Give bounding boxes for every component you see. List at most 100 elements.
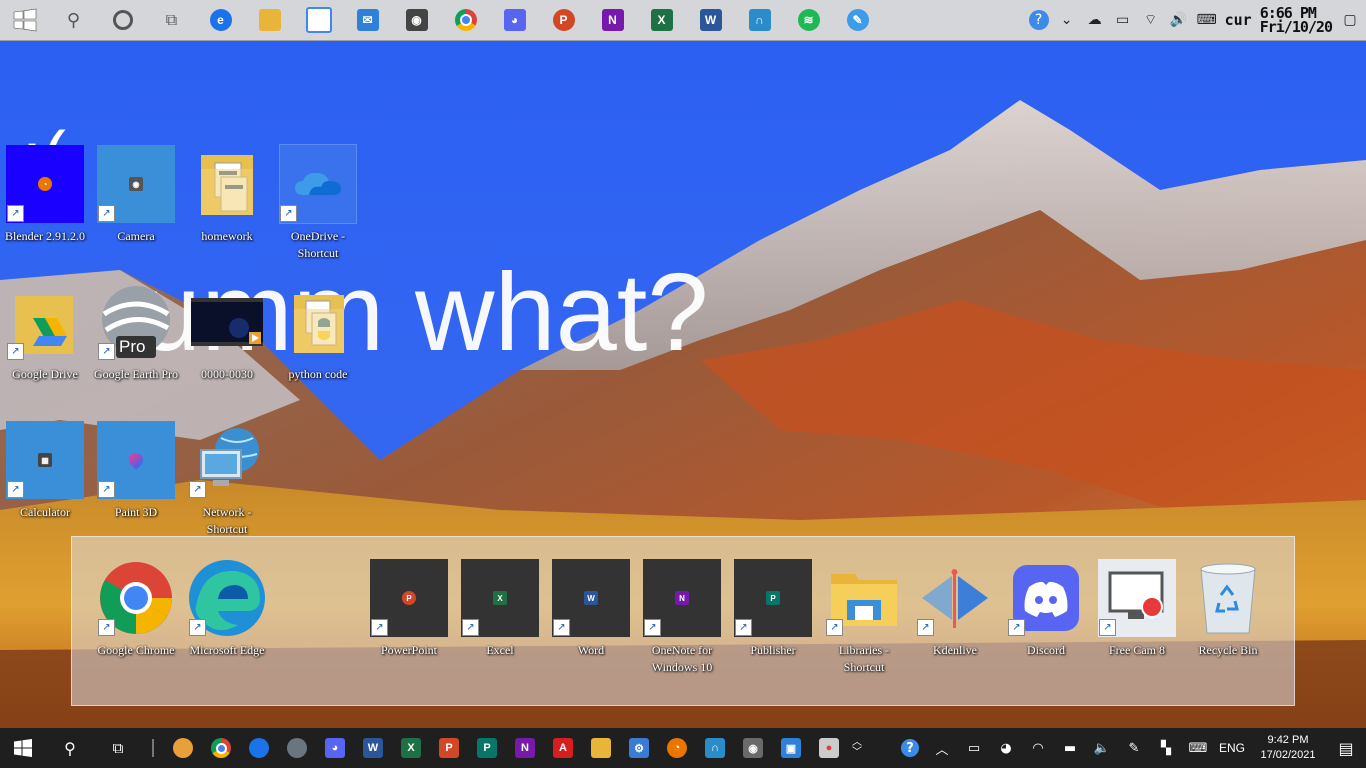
keyboard-icon[interactable]: ⌨ [1197, 10, 1217, 30]
desktop-icon-paint-3d[interactable]: ↗ Paint 3D [91, 421, 181, 521]
desktop-icon-network[interactable]: ↗ Network - Shortcut [182, 421, 272, 538]
discord-tray-icon[interactable]: ◕ [990, 728, 1022, 768]
bottom-app-onenote[interactable]: N [506, 728, 544, 768]
wifi-icon[interactable]: ◠ [1022, 728, 1054, 768]
dock-icon-microsoft-edge[interactable]: ↗ Microsoft Edge [182, 559, 272, 659]
taskbar-excel[interactable]: X [637, 0, 686, 40]
taskbar-word[interactable]: W [686, 0, 735, 40]
bottom-app-dev-tools[interactable]: ⚙ [620, 728, 658, 768]
dock-icon-free-cam[interactable]: ↗ Free Cam 8 [1092, 559, 1182, 659]
taskbar-file-explorer[interactable] [245, 0, 294, 40]
task-view-button[interactable]: ⧉ [147, 0, 196, 40]
bottom-app-terminal[interactable]: ∩ [696, 728, 734, 768]
bottom-task-view-button[interactable]: ⧉ [94, 728, 142, 768]
keyboard-icon[interactable]: ⌨ [1182, 728, 1214, 768]
taskbar-paint[interactable]: ✎ [833, 0, 882, 40]
bottom-app-word[interactable]: W [354, 728, 392, 768]
dock-icon-label: Excel [486, 643, 514, 657]
bottom-start-button[interactable] [0, 728, 46, 768]
taskbar-store[interactable] [294, 0, 343, 40]
taskbar-terminal[interactable]: ∩ [735, 0, 784, 40]
bottom-app-discord[interactable]: ◕ [316, 728, 354, 768]
google-earth-icon: Pro ↗ [97, 283, 175, 361]
chevron-up-icon[interactable]: ︿ [926, 728, 958, 768]
desktop-icon-camera[interactable]: ◉ ↗ Camera [91, 145, 181, 245]
taskbar-onenote[interactable]: N [588, 0, 637, 40]
bottom-search-button[interactable]: ⚲ [46, 728, 94, 768]
dock-icon-label: Google Chrome [97, 643, 175, 657]
language-indicator[interactable]: ENG [1214, 741, 1250, 755]
desktop-icon-label: homework [201, 229, 253, 243]
desktop-icon-label: Network - Shortcut [202, 505, 252, 536]
taskbar-mail[interactable]: ✉ [343, 0, 392, 40]
shortcut-arrow-icon: ↗ [280, 205, 297, 222]
taskbar-powerpoint[interactable]: P [539, 0, 588, 40]
bottom-app-edge[interactable] [240, 728, 278, 768]
help-icon[interactable]: ? [1028, 10, 1049, 30]
dock-icon-kdenlive[interactable]: ↗ Kdenlive [910, 559, 1000, 659]
chevron-down-icon[interactable]: ⌄ [1057, 10, 1077, 30]
desktop-icon-video-0000-0030[interactable]: 0000-0030 [182, 283, 272, 383]
cloud-icon[interactable]: ☁ [1085, 10, 1105, 30]
desktop-icon-python-code[interactable]: python code [273, 283, 363, 383]
bottom-app-powerpoint[interactable]: P [430, 728, 468, 768]
desktop-icon-label: python code [288, 367, 348, 381]
bottom-app-file-explorer[interactable] [582, 728, 620, 768]
bottom-app-publisher[interactable]: P [468, 728, 506, 768]
action-center-button[interactable]: ▤ [1326, 728, 1366, 768]
taskbar-spotify[interactable]: ≋ [784, 0, 833, 40]
wifi-icon[interactable]: ⌔ [1141, 10, 1161, 30]
desktop-icon-google-earth-pro[interactable]: Pro ↗ Google Earth Pro [91, 283, 181, 383]
display-icon[interactable]: ▬ [1054, 728, 1086, 768]
dock-icon-excel[interactable]: X ↗ Excel [455, 559, 545, 659]
bottom-app-acrobat[interactable]: A [544, 728, 582, 768]
search-button[interactable]: ⚲ [49, 0, 98, 40]
bottom-app-remote-desktop[interactable]: ▣ [772, 728, 810, 768]
bottom-app-excel[interactable]: X [392, 728, 430, 768]
taskbar-discord[interactable]: ◕ [490, 0, 539, 40]
dock-icon-word[interactable]: W ↗ Word [546, 559, 636, 659]
bottom-app-camera[interactable]: ◉ [734, 728, 772, 768]
start-button[interactable] [0, 0, 49, 40]
powerpoint-icon: P [552, 9, 575, 31]
bottom-app-chrome[interactable] [202, 728, 240, 768]
volume-icon[interactable]: 🔊 [1169, 10, 1189, 30]
notifications-icon: ▤ [1338, 738, 1354, 758]
tablet-mode-icon[interactable]: ▚ [1150, 728, 1182, 768]
desktop-icon-calculator[interactable]: ▦ ↗ Calculator [0, 421, 90, 521]
cortana-button[interactable] [98, 0, 147, 40]
desktop-icon-label: Paint 3D [114, 505, 158, 519]
freecam-icon: ↗ [1098, 559, 1176, 637]
desktop-icon-homework[interactable]: homework [182, 145, 272, 245]
bottom-app-blender[interactable]: ◔ [658, 728, 696, 768]
desktop-icon-onedrive[interactable]: ↗ OneDrive - Shortcut [273, 144, 363, 262]
dock-icon-onenote[interactable]: N ↗ OneNote for Windows 10 [637, 559, 727, 676]
help-icon[interactable]: ? [894, 728, 926, 768]
notifications-icon[interactable]: ▢ [1340, 10, 1360, 30]
desktop-icon-label: 0000-0030 [201, 367, 253, 381]
bottom-clock[interactable]: 9:42 PM 17/02/2021 [1250, 733, 1326, 763]
top-clock[interactable]: 6:66 PM Fri/10/20 [1260, 6, 1333, 35]
desktop-icon-blender[interactable]: ◔ ↗ Blender 2.91.2.0 [0, 145, 90, 245]
bottom-app-photos[interactable] [164, 728, 202, 768]
taskbar-chrome[interactable] [441, 0, 490, 40]
pen-icon[interactable]: ✎ [1118, 728, 1150, 768]
taskbar-camera[interactable]: ◉ [392, 0, 441, 40]
top-taskbar: ⚲ ⧉ e ✉ ◉ ◕ P N X W ∩ ≋ ✎ ? ⌄ ☁ ▭ ⌔ 🔊 ⌨ … [0, 0, 1366, 41]
shortcut-arrow-icon: ↗ [644, 619, 661, 636]
bottom-app-google-earth[interactable] [278, 728, 316, 768]
volume-icon[interactable]: 🔈 [1086, 728, 1118, 768]
dock-icon-powerpoint[interactable]: P ↗ PowerPoint [364, 559, 454, 659]
taskbar-scroll[interactable]: ︿ ﹀ [848, 728, 866, 768]
dock-icon-google-chrome[interactable]: ↗ Google Chrome [91, 559, 181, 659]
dock-icon-libraries[interactable]: ↗ Libraries - Shortcut [819, 559, 909, 676]
dock-icon-recycle-bin[interactable]: Recycle Bin [1183, 559, 1273, 659]
battery-icon[interactable]: ▭ [1113, 10, 1133, 30]
desktop-icon-google-drive[interactable]: ↗ Google Drive [0, 283, 90, 383]
bottom-app-freecam[interactable]: ● [810, 728, 848, 768]
dock-icon-publisher[interactable]: P ↗ Publisher [728, 559, 818, 659]
top-language[interactable]: cur [1225, 11, 1252, 29]
battery-saver-icon[interactable]: ▭ [958, 728, 990, 768]
dock-icon-discord[interactable]: ↗ Discord [1001, 559, 1091, 659]
taskbar-edge[interactable]: e [196, 0, 245, 40]
